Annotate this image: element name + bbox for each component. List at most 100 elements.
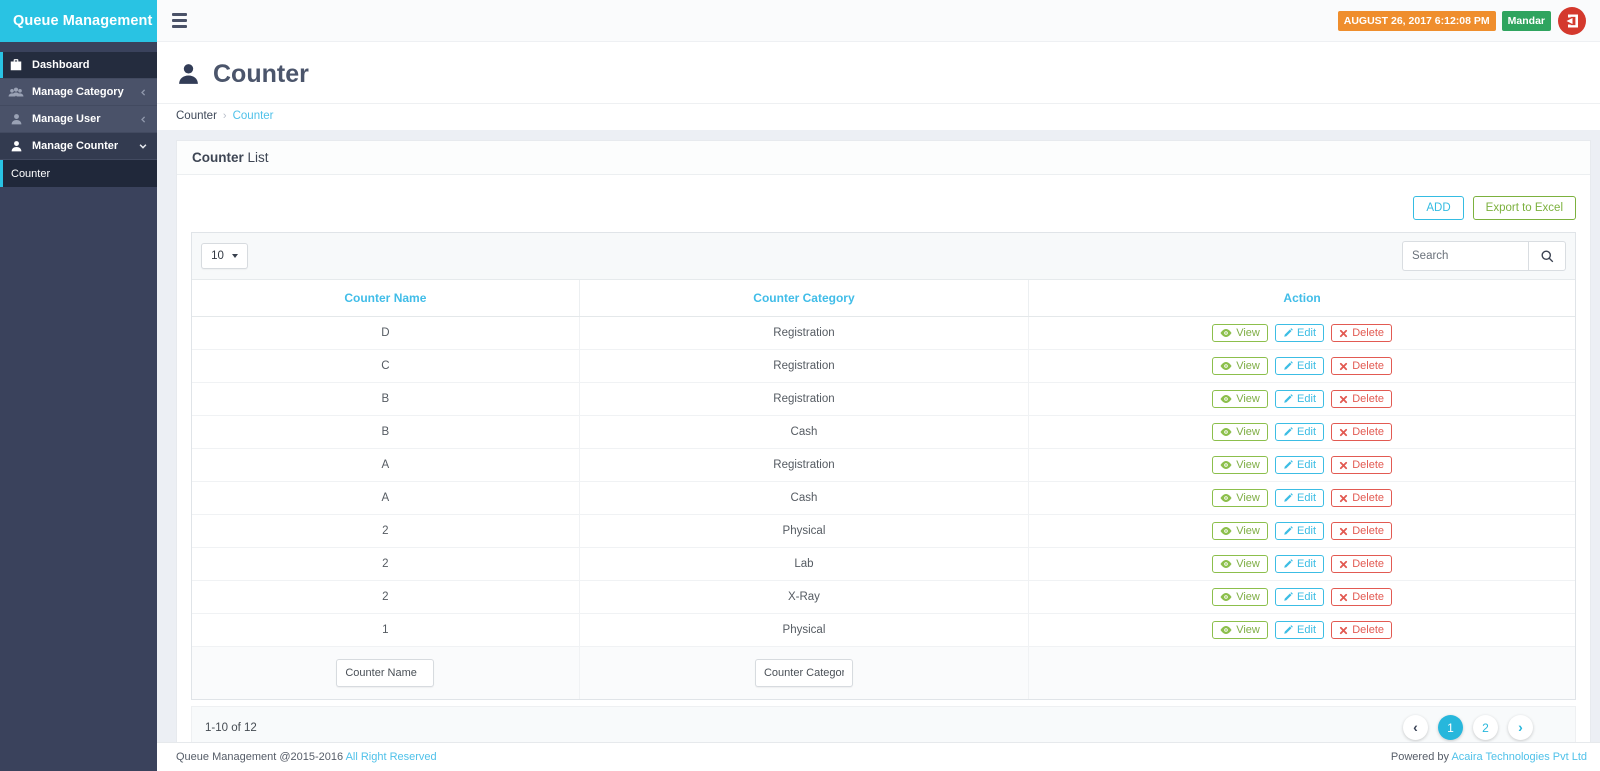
view-button[interactable]: View xyxy=(1212,489,1268,507)
counter-category-filter-input[interactable] xyxy=(755,659,853,687)
delete-x-button[interactable]: Delete xyxy=(1331,522,1392,540)
edit-button[interactable]: Edit xyxy=(1275,324,1324,342)
counter-category-cell: Physical xyxy=(579,515,1028,548)
sidebar: Queue Management Dashboard Manage Catego… xyxy=(0,0,157,771)
view-button[interactable]: View xyxy=(1212,390,1268,408)
caret-down-icon xyxy=(232,254,238,258)
delete-x-button[interactable]: Delete xyxy=(1331,489,1392,507)
pencil-icon xyxy=(1283,592,1293,602)
edit-button[interactable]: Edit xyxy=(1275,423,1324,441)
breadcrumb-current[interactable]: Counter xyxy=(233,110,274,122)
counter-name-cell: B xyxy=(192,383,579,416)
counter-list-panel: Counter List ADD Export to Excel 10 xyxy=(176,140,1591,742)
table-row: 2 Lab View Edit Delete xyxy=(192,548,1575,581)
export-to-excel-button[interactable]: Export to Excel xyxy=(1473,196,1576,220)
delete-x-button[interactable]: Delete xyxy=(1331,324,1392,342)
chevron-left-icon xyxy=(139,115,148,124)
delete-x-button[interactable]: Delete xyxy=(1331,588,1392,606)
page-button-1[interactable]: 1 xyxy=(1438,715,1463,740)
delete-x-button[interactable]: Delete xyxy=(1331,621,1392,639)
sidebar-item-manage-user[interactable]: Manage User xyxy=(0,106,157,133)
page-button-2[interactable]: 2 xyxy=(1473,715,1498,740)
topbar-right: AUGUST 26, 2017 6:12:08 PM Mandar xyxy=(1338,6,1587,36)
counter-name-cell: 1 xyxy=(192,614,579,647)
pencil-icon xyxy=(1283,394,1293,404)
pagination-summary: 1-10 of 12 xyxy=(205,722,257,734)
counter-name-cell: A xyxy=(192,482,579,515)
rights-link[interactable]: All Right Reserved xyxy=(346,751,437,763)
x-icon xyxy=(1339,560,1348,569)
search-input[interactable] xyxy=(1402,241,1528,271)
x-icon xyxy=(1339,362,1348,371)
counter-name-cell: B xyxy=(192,416,579,449)
logout-icon[interactable] xyxy=(1557,6,1587,36)
chevron-left-icon xyxy=(139,88,148,97)
actions-cell: View Edit Delete xyxy=(1029,614,1575,647)
table-row: A Registration View Edit Delete xyxy=(192,449,1575,482)
column-action: Action xyxy=(1029,280,1575,317)
eye-icon xyxy=(1220,427,1232,437)
view-button[interactable]: View xyxy=(1212,555,1268,573)
view-button[interactable]: View xyxy=(1212,456,1268,474)
sidebar-item-label: Manage Category xyxy=(32,86,124,98)
edit-button[interactable]: Edit xyxy=(1275,522,1324,540)
users-group-icon xyxy=(0,86,32,99)
counter-name-filter-input[interactable] xyxy=(336,659,434,687)
delete-x-button[interactable]: Delete xyxy=(1331,423,1392,441)
view-button[interactable]: View xyxy=(1212,357,1268,375)
page-size-select[interactable]: 10 xyxy=(201,243,248,269)
x-icon xyxy=(1339,428,1348,437)
delete-x-button[interactable]: Delete xyxy=(1331,390,1392,408)
table-row: B Cash View Edit Delete xyxy=(192,416,1575,449)
previous-page-button[interactable]: ‹ xyxy=(1403,715,1428,740)
counter-name-cell: A xyxy=(192,449,579,482)
user-badge[interactable]: Mandar xyxy=(1502,11,1551,31)
topbar: AUGUST 26, 2017 6:12:08 PM Mandar xyxy=(157,0,1600,42)
sidebar-item-manage-category[interactable]: Manage Category xyxy=(0,79,157,106)
view-button[interactable]: View xyxy=(1212,621,1268,639)
delete-x-button[interactable]: Delete xyxy=(1331,357,1392,375)
column-counter-name[interactable]: Counter Name xyxy=(192,280,579,317)
pager: ‹ 1 2 › xyxy=(1393,715,1533,740)
search-group xyxy=(1402,241,1566,271)
sidebar-item-label: Dashboard xyxy=(32,59,89,71)
edit-button[interactable]: Edit xyxy=(1275,621,1324,639)
sidebar-subitem-counter[interactable]: Counter xyxy=(0,160,157,187)
panel-title: Counter List xyxy=(177,141,1590,175)
counter-name-cell: 2 xyxy=(192,515,579,548)
view-button[interactable]: View xyxy=(1212,522,1268,540)
next-page-button[interactable]: › xyxy=(1508,715,1533,740)
column-counter-category[interactable]: Counter Category xyxy=(579,280,1028,317)
edit-button[interactable]: Edit xyxy=(1275,390,1324,408)
actions-cell: View Edit Delete xyxy=(1029,317,1575,350)
hamburger-menu-icon[interactable] xyxy=(172,13,187,28)
breadcrumb-parent[interactable]: Counter xyxy=(176,110,217,122)
breadcrumb: Counter › Counter xyxy=(157,103,1600,130)
page-title: Counter xyxy=(213,60,309,89)
view-button[interactable]: View xyxy=(1212,423,1268,441)
table-row: A Cash View Edit Delete xyxy=(192,482,1575,515)
content-area: Counter List ADD Export to Excel 10 xyxy=(157,130,1600,742)
actions-cell: View Edit Delete xyxy=(1029,383,1575,416)
sidebar-item-manage-counter[interactable]: Manage Counter xyxy=(0,133,157,160)
edit-button[interactable]: Edit xyxy=(1275,456,1324,474)
actions-cell: View Edit Delete xyxy=(1029,416,1575,449)
edit-button[interactable]: Edit xyxy=(1275,357,1324,375)
eye-icon xyxy=(1220,592,1232,602)
edit-button[interactable]: Edit xyxy=(1275,555,1324,573)
delete-x-button[interactable]: Delete xyxy=(1331,555,1392,573)
eye-icon xyxy=(1220,361,1232,371)
search-button[interactable] xyxy=(1528,241,1566,271)
view-button[interactable]: View xyxy=(1212,588,1268,606)
x-icon xyxy=(1339,461,1348,470)
add-button[interactable]: ADD xyxy=(1413,196,1463,220)
edit-button[interactable]: Edit xyxy=(1275,489,1324,507)
view-button[interactable]: View xyxy=(1212,324,1268,342)
company-link[interactable]: Acaira Technologies Pvt Ltd xyxy=(1451,751,1587,763)
user-icon xyxy=(0,140,32,153)
sidebar-item-dashboard[interactable]: Dashboard xyxy=(0,52,157,79)
edit-button[interactable]: Edit xyxy=(1275,588,1324,606)
x-icon xyxy=(1339,494,1348,503)
delete-x-button[interactable]: Delete xyxy=(1331,456,1392,474)
pencil-icon xyxy=(1283,361,1293,371)
